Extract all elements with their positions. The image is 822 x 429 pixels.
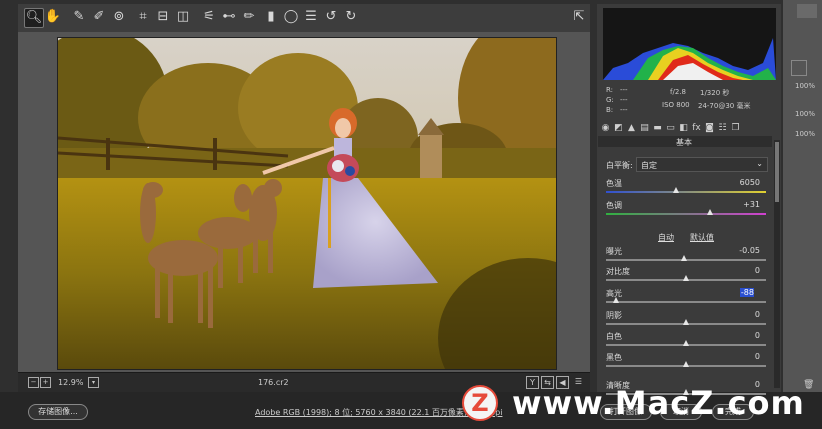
zoom-level[interactable]: 12.9%: [58, 378, 83, 387]
watermark-logo-letter: Z: [471, 389, 489, 417]
slider-value-input[interactable]: -0.05: [730, 246, 760, 255]
split-toning-tab-icon[interactable]: ▬: [652, 123, 663, 135]
radial-filter-icon[interactable]: ◯: [282, 8, 300, 26]
crop-icon[interactable]: ⌗: [134, 8, 152, 26]
lens-tab-icon[interactable]: ▭: [665, 123, 676, 135]
white-balance-value: 自定: [641, 161, 657, 170]
white-balance-select[interactable]: 自定 ⌄: [636, 157, 768, 172]
slider-track[interactable]: [606, 301, 766, 303]
view-bar: − + 12.9% ▾ 176.cr2 Y ⇆ ◀ ☰: [18, 372, 590, 393]
slider-thumb[interactable]: [683, 361, 689, 367]
presets-tab-icon[interactable]: ☷: [717, 123, 728, 135]
slider-value-input-active[interactable]: -88: [740, 288, 754, 297]
slider-track[interactable]: [606, 213, 766, 215]
save-image-button[interactable]: 存储图像...: [28, 404, 88, 420]
default-link[interactable]: 默认值: [690, 232, 714, 243]
strip-box-icon[interactable]: [791, 60, 807, 76]
slider-thumb[interactable]: [683, 340, 689, 346]
rotate-right-icon[interactable]: ↻: [342, 8, 360, 26]
white-balance-label: 白平衡:: [606, 161, 633, 170]
camera-calibration-tab-icon[interactable]: ◙: [704, 123, 715, 135]
slider-thumb[interactable]: [683, 275, 689, 281]
slider-value-input[interactable]: 0: [730, 331, 760, 340]
slider-thumb[interactable]: [683, 319, 689, 325]
slider-value-input[interactable]: +31: [730, 200, 760, 209]
section-title: 基本: [676, 138, 692, 147]
preferences-icon[interactable]: ☰: [302, 8, 320, 26]
photo-preview[interactable]: [57, 37, 557, 370]
side-strip: 100% 100% 100% 🗑: [783, 0, 822, 392]
slider-label: 白色: [606, 332, 622, 341]
filename: 176.cr2: [258, 378, 289, 387]
transform-tab-icon[interactable]: ◧: [678, 123, 689, 135]
adjustment-brush-icon[interactable]: ✏: [240, 8, 258, 26]
panel-scrollbar-thumb[interactable]: [775, 142, 779, 202]
graduated-filter-icon[interactable]: ▮: [262, 8, 280, 26]
zoom-icon[interactable]: 🔍︎: [24, 8, 44, 28]
slider-value-input[interactable]: 0: [730, 266, 760, 275]
slider-label: 色调: [606, 201, 622, 210]
color-sampler-icon[interactable]: ✐: [90, 8, 108, 26]
rgb-value-b: ---: [620, 106, 628, 114]
slider-thumb[interactable]: [612, 297, 619, 303]
auto-link[interactable]: 自动: [658, 232, 674, 243]
fullscreen-icon[interactable]: ⇱: [570, 8, 588, 26]
spot-removal-icon[interactable]: ⚟: [200, 8, 218, 26]
slider-value-input[interactable]: 0: [730, 352, 760, 361]
slider-thumb[interactable]: [681, 255, 688, 261]
straighten-icon[interactable]: ⊟: [154, 8, 172, 26]
strip-swatch: [797, 4, 817, 18]
hsl-tab-icon[interactable]: ▤: [639, 123, 650, 135]
iso: ISO 800: [662, 101, 690, 109]
lens-info: 24-70@30 毫米: [698, 102, 751, 110]
strip-percent-3: 100%: [795, 130, 816, 138]
hand-icon[interactable]: ✋: [44, 8, 62, 26]
zoom-out-button[interactable]: −: [28, 377, 39, 388]
basic-tab-icon[interactable]: ◉: [600, 123, 611, 135]
slider-label: 曝光: [606, 247, 622, 256]
chevron-down-icon: ⌄: [756, 159, 763, 168]
rgb-label-b: B:: [606, 106, 614, 114]
rgb-value-g: ---: [620, 96, 628, 104]
zoom-in-button[interactable]: +: [40, 377, 51, 388]
strip-percent-1: 100%: [795, 82, 816, 90]
watermark-text: www.MacZ.com: [512, 384, 805, 422]
slider-thumb[interactable]: [707, 209, 713, 215]
detail-tab-icon[interactable]: ▲: [626, 123, 637, 135]
slider-track[interactable]: [606, 191, 766, 193]
rgb-value-r: ---: [620, 86, 628, 94]
histogram: [603, 8, 776, 80]
tone-curve-tab-icon[interactable]: ◩: [613, 123, 624, 135]
slider-label: 对比度: [606, 267, 630, 276]
transform-icon[interactable]: ◫: [174, 8, 192, 26]
rgb-label-g: G:: [606, 96, 614, 104]
target-adjust-icon[interactable]: ⊚: [110, 8, 128, 26]
strip-percent-2: 100%: [795, 110, 816, 118]
rgb-label-r: R:: [606, 86, 614, 94]
effects-tab-icon[interactable]: fx: [691, 123, 702, 135]
slider-value-input[interactable]: 0: [730, 310, 760, 319]
zoom-dropdown-icon[interactable]: ▾: [88, 377, 99, 388]
slider-label: 色温: [606, 179, 622, 188]
slider-label: 黑色: [606, 353, 622, 362]
white-balance-icon[interactable]: ✎: [70, 8, 88, 26]
slider-thumb[interactable]: [673, 187, 680, 193]
rotate-left-icon[interactable]: ↺: [322, 8, 340, 26]
red-eye-icon[interactable]: ⊷: [220, 8, 238, 26]
aperture: f/2.8: [670, 88, 686, 96]
panel-tabs: ◉ ◩ ▲ ▤ ▬ ▭ ◧ fx ◙ ☷ ❐: [600, 123, 770, 135]
slider-label: 阴影: [606, 311, 622, 320]
toolbar: 🔍︎ ✋ ✎ ✐ ⊚ ⌗ ⊟ ◫ ⚟ ⊷ ✏ ▮ ◯ ☰ ↺ ↻ ⇱: [18, 4, 590, 32]
slider-value-input[interactable]: 6050: [730, 178, 760, 187]
snapshots-tab-icon[interactable]: ❐: [730, 123, 741, 135]
shutter-speed: 1/320 秒: [700, 89, 730, 97]
